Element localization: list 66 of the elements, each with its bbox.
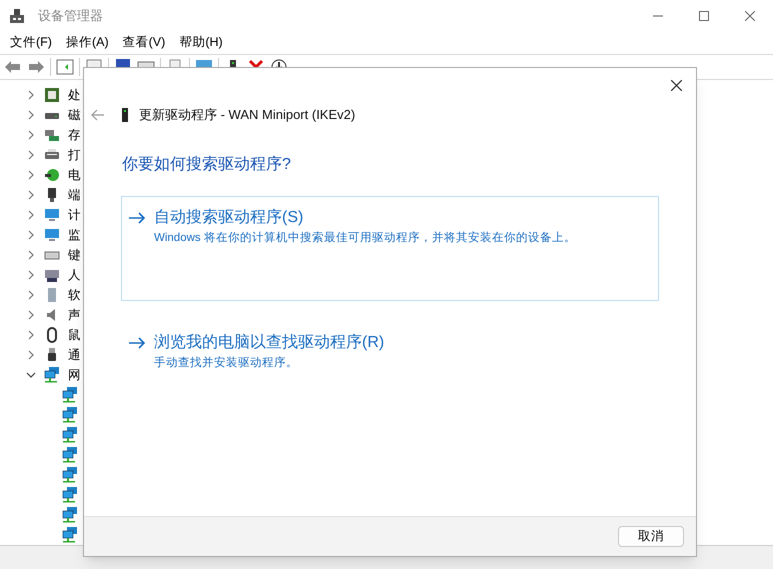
tree-item-label[interactable]: 鼠	[68, 326, 81, 344]
back-arrow-icon[interactable]	[91, 108, 105, 121]
tree-item-label[interactable]: 监	[68, 226, 81, 244]
chevron-right-icon[interactable]	[26, 210, 36, 220]
tree-item-label[interactable]: 存	[68, 126, 81, 144]
cancel-button[interactable]: 取消	[618, 526, 684, 547]
monitor-icon	[44, 207, 60, 223]
network-icon	[62, 527, 78, 543]
chevron-right-icon[interactable]	[26, 270, 36, 280]
tree-item-label[interactable]: 人	[68, 266, 81, 284]
tree-item-label[interactable]: 键	[68, 246, 81, 264]
chevron-right-icon[interactable]	[26, 250, 36, 260]
tree-item-label[interactable]: 处	[68, 86, 81, 104]
menu-item[interactable]: 帮助(H)	[172, 33, 230, 52]
network-icon	[62, 387, 78, 403]
arrow-right-icon	[129, 212, 146, 224]
chevron-right-icon[interactable]	[26, 90, 36, 100]
chevron-right-icon[interactable]	[26, 290, 36, 300]
tree-item-label[interactable]: 打	[68, 146, 81, 164]
network-icon	[62, 407, 78, 423]
chevron-right-icon[interactable]	[26, 350, 36, 360]
maximize-icon[interactable]	[699, 10, 709, 20]
menu-item[interactable]: 查看(V)	[116, 33, 172, 52]
tree-item-label[interactable]: 计	[68, 206, 81, 224]
network-icon	[44, 367, 60, 383]
device-icon	[121, 108, 129, 122]
chevron-right-icon[interactable]	[26, 190, 36, 200]
network-icon	[62, 507, 78, 523]
gamepad-icon	[44, 267, 60, 283]
chip-icon	[44, 87, 60, 103]
chevron-right-icon[interactable]	[26, 230, 36, 240]
menu-item[interactable]: 操作(A)	[58, 33, 116, 52]
tree-item-label[interactable]: 声	[68, 306, 81, 324]
tree-item-label[interactable]: 磁	[68, 106, 81, 124]
chevron-right-icon[interactable]	[26, 130, 36, 140]
arrow-right-icon	[129, 336, 146, 348]
monitor-icon	[44, 227, 60, 243]
network-icon	[62, 447, 78, 463]
tree-item-label[interactable]: 通	[68, 346, 81, 364]
tree-item-label[interactable]: 端	[68, 186, 81, 204]
window-title: 设备管理器	[38, 6, 103, 25]
chevron-right-icon[interactable]	[26, 150, 36, 160]
driver-search-option[interactable]: 自动搜索驱动程序(S) Windows 将在你的计算机中搜索最佳可用驱动程序，并将其安装在你的设备上。	[121, 196, 659, 300]
close-icon[interactable]	[745, 10, 755, 20]
storage-icon	[44, 127, 60, 143]
driver-search-option[interactable]: 浏览我的电脑以查找驱动程序(R) 手动查找并安装驱动程序。	[121, 320, 659, 370]
menu-item[interactable]: 文件(F)	[3, 33, 59, 52]
network-icon	[62, 427, 78, 443]
chevron-right-icon[interactable]	[26, 110, 36, 120]
network-icon	[62, 487, 78, 503]
chevron-down-icon[interactable]	[26, 370, 36, 380]
network-icon	[62, 467, 78, 483]
battery-icon	[44, 167, 60, 183]
mouse-icon	[44, 327, 60, 343]
tree-item-label[interactable]: 电	[68, 166, 81, 184]
chevron-right-icon[interactable]	[26, 170, 36, 180]
close-icon[interactable]	[670, 80, 682, 90]
tree-item-label[interactable]: 网	[68, 366, 81, 384]
chevron-right-icon[interactable]	[26, 330, 36, 340]
device-manager-icon	[9, 8, 25, 24]
tree-item-label[interactable]: 软	[68, 286, 81, 304]
forward-arrow-icon[interactable]	[27, 58, 45, 76]
dialog-title: 更新驱动程序 - WAN Miniport (IKEv2)	[139, 106, 356, 124]
chevron-right-icon[interactable]	[26, 310, 36, 320]
dialog-heading: 你要如何搜索驱动程序?	[121, 154, 292, 174]
console-tree-icon[interactable]	[56, 58, 74, 76]
